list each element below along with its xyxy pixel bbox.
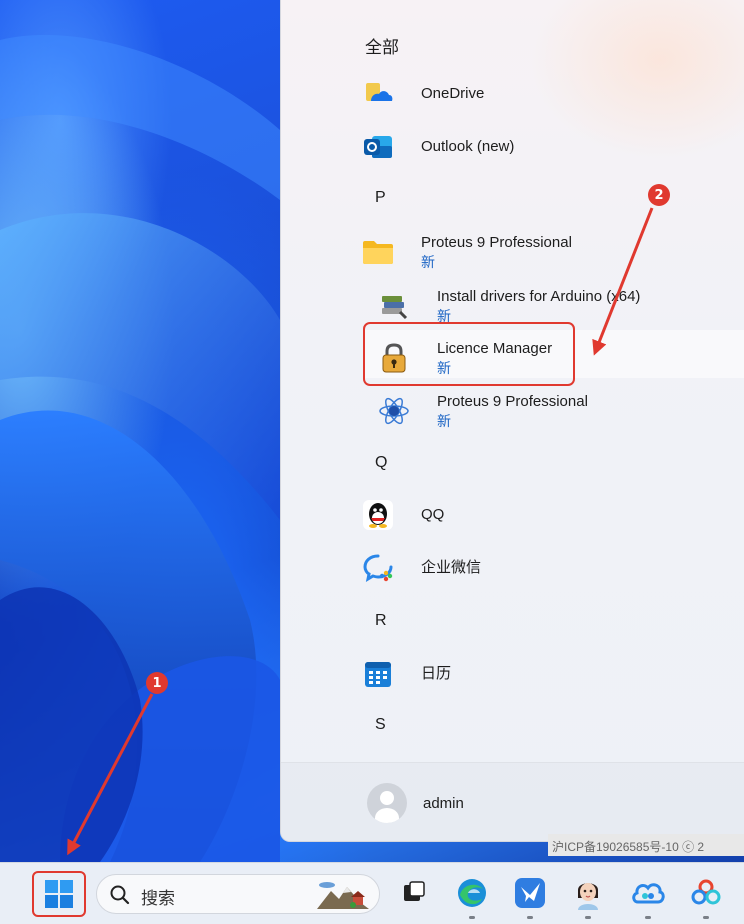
app-name: Install drivers for Arduino (x64) <box>437 288 641 305</box>
running-indicator <box>527 916 533 919</box>
all-apps-title: 全部 <box>365 38 399 57</box>
windows-start-icon <box>45 880 73 908</box>
baidu-netdisk-icon <box>632 883 665 904</box>
annotation-marker-2: 2 <box>648 184 670 206</box>
app-wecom[interactable]: 企业微信 <box>361 544 744 592</box>
app-name: Outlook (new) <box>421 138 515 155</box>
search-label: 搜索 <box>141 889 175 908</box>
letter-q[interactable]: Q <box>375 454 387 472</box>
app-name: 企业微信 <box>421 559 482 576</box>
taskbar-search-box[interactable]: 搜索 <box>96 874 380 914</box>
proteus-icon <box>377 394 411 428</box>
outlook-icon <box>361 130 395 164</box>
onedrive-icon <box>361 77 395 111</box>
running-indicator <box>585 916 591 919</box>
taskbar-app[interactable] <box>686 873 726 919</box>
user-name[interactable]: admin <box>423 795 464 812</box>
app-name: Proteus 9 Professional <box>421 234 572 251</box>
background-icp-text: 沪ICP备19026585号-10 ⓒ 2 <box>548 834 744 856</box>
taskbar: 搜索 <box>0 862 744 924</box>
annotation-marker-1: 1 <box>146 672 168 694</box>
app-calendar[interactable]: 日历 <box>361 650 744 698</box>
app-onedrive[interactable]: OneDrive <box>361 70 744 118</box>
search-highlight-art-icon <box>317 882 369 909</box>
calendar-icon <box>361 657 395 691</box>
app-name: OneDrive <box>421 85 485 102</box>
running-indicator <box>469 916 475 919</box>
qq-icon <box>361 498 395 532</box>
app-icon <box>691 879 721 905</box>
user-avatar-icon[interactable] <box>367 783 407 823</box>
letter-r[interactable]: R <box>375 612 387 630</box>
install-drivers-icon <box>377 289 411 323</box>
new-badge: 新 <box>437 413 451 429</box>
taskbar-avatar-app[interactable] <box>568 873 608 919</box>
folder-proteus[interactable]: Proteus 9 Professional 新 <box>361 228 744 276</box>
app-name: QQ <box>421 506 445 523</box>
taskbar-edge[interactable] <box>452 873 492 919</box>
running-indicator <box>703 916 709 919</box>
letter-s[interactable]: S <box>375 716 386 734</box>
start-button[interactable] <box>32 871 86 917</box>
taskbar-feishu[interactable] <box>510 873 550 919</box>
edge-icon <box>458 879 486 907</box>
start-menu: 全部 OneDrive Outlook (new) P Proteus 9 Pr… <box>280 0 744 842</box>
app-outlook[interactable]: Outlook (new) <box>361 123 744 171</box>
highlight-box-licence-manager <box>363 322 575 386</box>
app-proteus[interactable]: Proteus 9 Professional 新 <box>377 387 744 435</box>
app-qq[interactable]: QQ <box>361 491 744 539</box>
app-name: Proteus 9 Professional <box>437 393 588 410</box>
task-view-icon <box>404 881 425 901</box>
search-icon <box>110 885 130 905</box>
new-badge: 新 <box>421 254 435 270</box>
wecom-icon <box>361 551 395 585</box>
folder-icon <box>361 235 395 269</box>
taskbar-baidu-netdisk[interactable] <box>628 873 668 919</box>
feishu-icon <box>515 878 545 908</box>
task-view-button[interactable] <box>394 873 434 913</box>
user-bar: admin <box>281 762 744 841</box>
app-name: 日历 <box>421 665 452 682</box>
avatar-app-icon <box>578 883 598 910</box>
running-indicator <box>645 916 651 919</box>
letter-p[interactable]: P <box>375 189 386 207</box>
